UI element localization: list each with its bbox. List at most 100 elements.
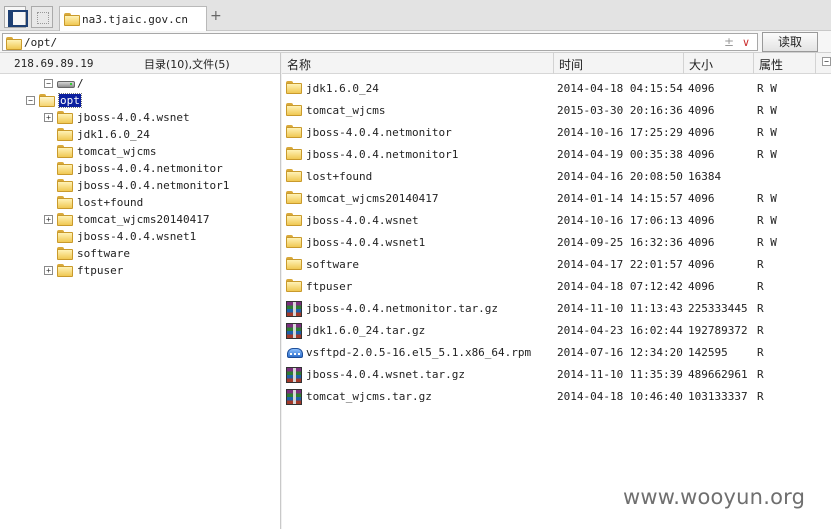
file-attr: R W bbox=[757, 126, 777, 139]
file-name: jdk1.6.0_24.tar.gz bbox=[306, 324, 426, 337]
file-name: ftpuser bbox=[306, 280, 353, 293]
file-row[interactable]: jboss-4.0.4.netmonitor1 2014-04-19 00:35:… bbox=[282, 144, 831, 166]
folder-icon bbox=[286, 103, 302, 116]
column-size[interactable]: 大小 bbox=[689, 56, 713, 73]
tab-label: na3.tjaic.gov.cn bbox=[82, 13, 188, 26]
tree-item[interactable]: − / bbox=[0, 76, 280, 93]
file-row[interactable]: vsftpd-2.0.5-16.el5_5.1.x86_64.rpm 2014-0… bbox=[282, 342, 831, 364]
tree-item[interactable]: jboss-4.0.4.netmonitor bbox=[0, 161, 280, 178]
folder-icon bbox=[57, 196, 73, 209]
file-row[interactable]: jdk1.6.0_24.tar.gz 2014-04-23 16:02:44 192… bbox=[282, 320, 831, 342]
tree-item[interactable]: software bbox=[0, 246, 280, 263]
tree-item-label[interactable]: opt bbox=[58, 93, 82, 108]
read-button[interactable]: 读取 bbox=[762, 32, 818, 52]
file-time: 2014-10-16 17:25:29 bbox=[557, 126, 683, 139]
folder-icon bbox=[6, 37, 22, 50]
folder-icon bbox=[286, 213, 302, 226]
tree-item-label[interactable]: tomcat_wjcms20140417 bbox=[77, 213, 209, 226]
file-row[interactable]: jboss-4.0.4.wsnet1 2014-09-25 16:32:36 409… bbox=[282, 232, 831, 254]
tree-item[interactable]: + ftpuser bbox=[0, 263, 280, 280]
tree-item[interactable]: + jboss-4.0.4.wsnet bbox=[0, 110, 280, 127]
file-row[interactable]: tomcat_wjcms.tar.gz 2014-04-18 10:46:40 10… bbox=[282, 386, 831, 408]
blank-tab-icon[interactable] bbox=[31, 6, 53, 28]
file-size: 4096 bbox=[688, 104, 715, 117]
file-list-header: 名称 时间 大小 属性 bbox=[282, 53, 831, 74]
tree-item-label[interactable]: software bbox=[77, 247, 130, 260]
column-name[interactable]: 名称 bbox=[287, 56, 311, 73]
folder-icon bbox=[286, 147, 302, 160]
file-name: jboss-4.0.4.wsnet bbox=[306, 214, 419, 227]
drive-icon bbox=[57, 77, 75, 90]
tree-item[interactable]: tomcat_wjcms bbox=[0, 144, 280, 161]
file-row[interactable]: software 2014-04-17 22:01:57 4096 R bbox=[282, 254, 831, 276]
tree-item[interactable]: jboss-4.0.4.netmonitor1 bbox=[0, 178, 280, 195]
panel-toggle-icon[interactable] bbox=[4, 6, 28, 28]
file-attr: R W bbox=[757, 192, 777, 205]
expand-icon[interactable]: + bbox=[44, 266, 53, 275]
plus-minus-icon[interactable]: ± bbox=[724, 35, 734, 49]
file-name: vsftpd-2.0.5-16.el5_5.1.x86_64.rpm bbox=[306, 346, 532, 359]
file-attr: R W bbox=[757, 104, 777, 117]
file-time: 2014-10-16 17:06:13 bbox=[557, 214, 683, 227]
tree-item-label[interactable]: ftpuser bbox=[77, 264, 123, 277]
column-attr[interactable]: 属性 bbox=[759, 56, 783, 73]
file-attr: R bbox=[757, 302, 764, 315]
tree-item-label[interactable]: / bbox=[77, 77, 84, 90]
expand-icon[interactable]: + bbox=[44, 113, 53, 122]
tree-item-label[interactable]: jboss-4.0.4.wsnet bbox=[77, 111, 190, 124]
file-name: jboss-4.0.4.wsnet.tar.gz bbox=[306, 368, 465, 381]
file-row[interactable]: jboss-4.0.4.wsnet.tar.gz 2014-11-10 11:35… bbox=[282, 364, 831, 386]
tree-item-label[interactable]: jboss-4.0.4.netmonitor bbox=[77, 162, 223, 175]
tree-item-label[interactable]: jboss-4.0.4.wsnet1 bbox=[77, 230, 196, 243]
tree-item[interactable]: lost+found bbox=[0, 195, 280, 212]
file-attr: R bbox=[757, 258, 764, 271]
file-size: 4096 bbox=[688, 192, 715, 205]
tree-item[interactable]: jdk1.6.0_24 bbox=[0, 127, 280, 144]
chevron-down-icon[interactable]: ∨ bbox=[742, 36, 750, 49]
file-row[interactable]: jboss-4.0.4.netmonitor.tar.gz 2014-11-10 … bbox=[282, 298, 831, 320]
path-input[interactable]: /opt/ ± ∨ bbox=[2, 33, 758, 51]
file-time: 2014-01-14 14:15:57 bbox=[557, 192, 683, 205]
file-attr: R bbox=[757, 390, 764, 403]
tree-item[interactable]: jboss-4.0.4.wsnet1 bbox=[0, 229, 280, 246]
column-divider[interactable] bbox=[553, 53, 554, 74]
file-size: 4096 bbox=[688, 126, 715, 139]
file-attr: R bbox=[757, 346, 764, 359]
file-row[interactable]: jdk1.6.0_24 2014-04-18 04:15:54 4096 R W bbox=[282, 78, 831, 100]
file-attr: R bbox=[757, 324, 764, 337]
tree-item-label[interactable]: jdk1.6.0_24 bbox=[77, 128, 150, 141]
file-row[interactable]: ftpuser 2014-04-18 07:12:42 4096 R bbox=[282, 276, 831, 298]
file-name: tomcat_wjcms bbox=[306, 104, 386, 117]
add-tab-button[interactable]: + bbox=[210, 9, 222, 23]
collapse-icon[interactable]: − bbox=[26, 96, 35, 105]
watermark: www.wooyun.org bbox=[623, 485, 806, 509]
file-row[interactable]: jboss-4.0.4.wsnet 2014-10-16 17:06:13 4096… bbox=[282, 210, 831, 232]
file-attr: R W bbox=[757, 236, 777, 249]
archive-icon bbox=[286, 323, 302, 339]
collapse-panel-button[interactable]: − bbox=[822, 57, 831, 66]
folder-icon bbox=[286, 169, 302, 182]
tree-item-label[interactable]: jboss-4.0.4.netmonitor1 bbox=[77, 179, 229, 192]
file-row[interactable]: tomcat_wjcms20140417 2014-01-14 14:15:57 4… bbox=[282, 188, 831, 210]
tree-item[interactable]: − opt bbox=[0, 93, 280, 110]
file-attr: R bbox=[757, 280, 764, 293]
file-row[interactable]: lost+found 2014-04-16 20:08:50 16384 bbox=[282, 166, 831, 188]
file-size: 4096 bbox=[688, 148, 715, 161]
file-row[interactable]: tomcat_wjcms 2015-03-30 20:16:36 4096 R W bbox=[282, 100, 831, 122]
file-list-panel: 名称 时间 大小 属性 jdk1.6.0_24 2014-04-18 04:15:… bbox=[282, 53, 831, 529]
column-divider[interactable] bbox=[753, 53, 754, 74]
file-time: 2014-04-18 07:12:42 bbox=[557, 280, 683, 293]
tree-item-label[interactable]: tomcat_wjcms bbox=[77, 145, 156, 158]
tree-item-label[interactable]: lost+found bbox=[77, 196, 143, 209]
column-time[interactable]: 时间 bbox=[559, 56, 583, 73]
file-time: 2014-04-19 00:35:38 bbox=[557, 148, 683, 161]
expand-icon[interactable]: + bbox=[44, 215, 53, 224]
rpm-package-icon bbox=[286, 345, 304, 359]
column-divider[interactable] bbox=[683, 53, 684, 74]
tree-item[interactable]: + tomcat_wjcms20140417 bbox=[0, 212, 280, 229]
column-divider[interactable] bbox=[815, 53, 816, 74]
file-row[interactable]: jboss-4.0.4.netmonitor 2014-10-16 17:25:2… bbox=[282, 122, 831, 144]
tab-host[interactable]: na3.tjaic.gov.cn bbox=[59, 6, 207, 31]
file-name: jboss-4.0.4.netmonitor1 bbox=[306, 148, 459, 161]
collapse-icon[interactable]: − bbox=[44, 79, 53, 88]
